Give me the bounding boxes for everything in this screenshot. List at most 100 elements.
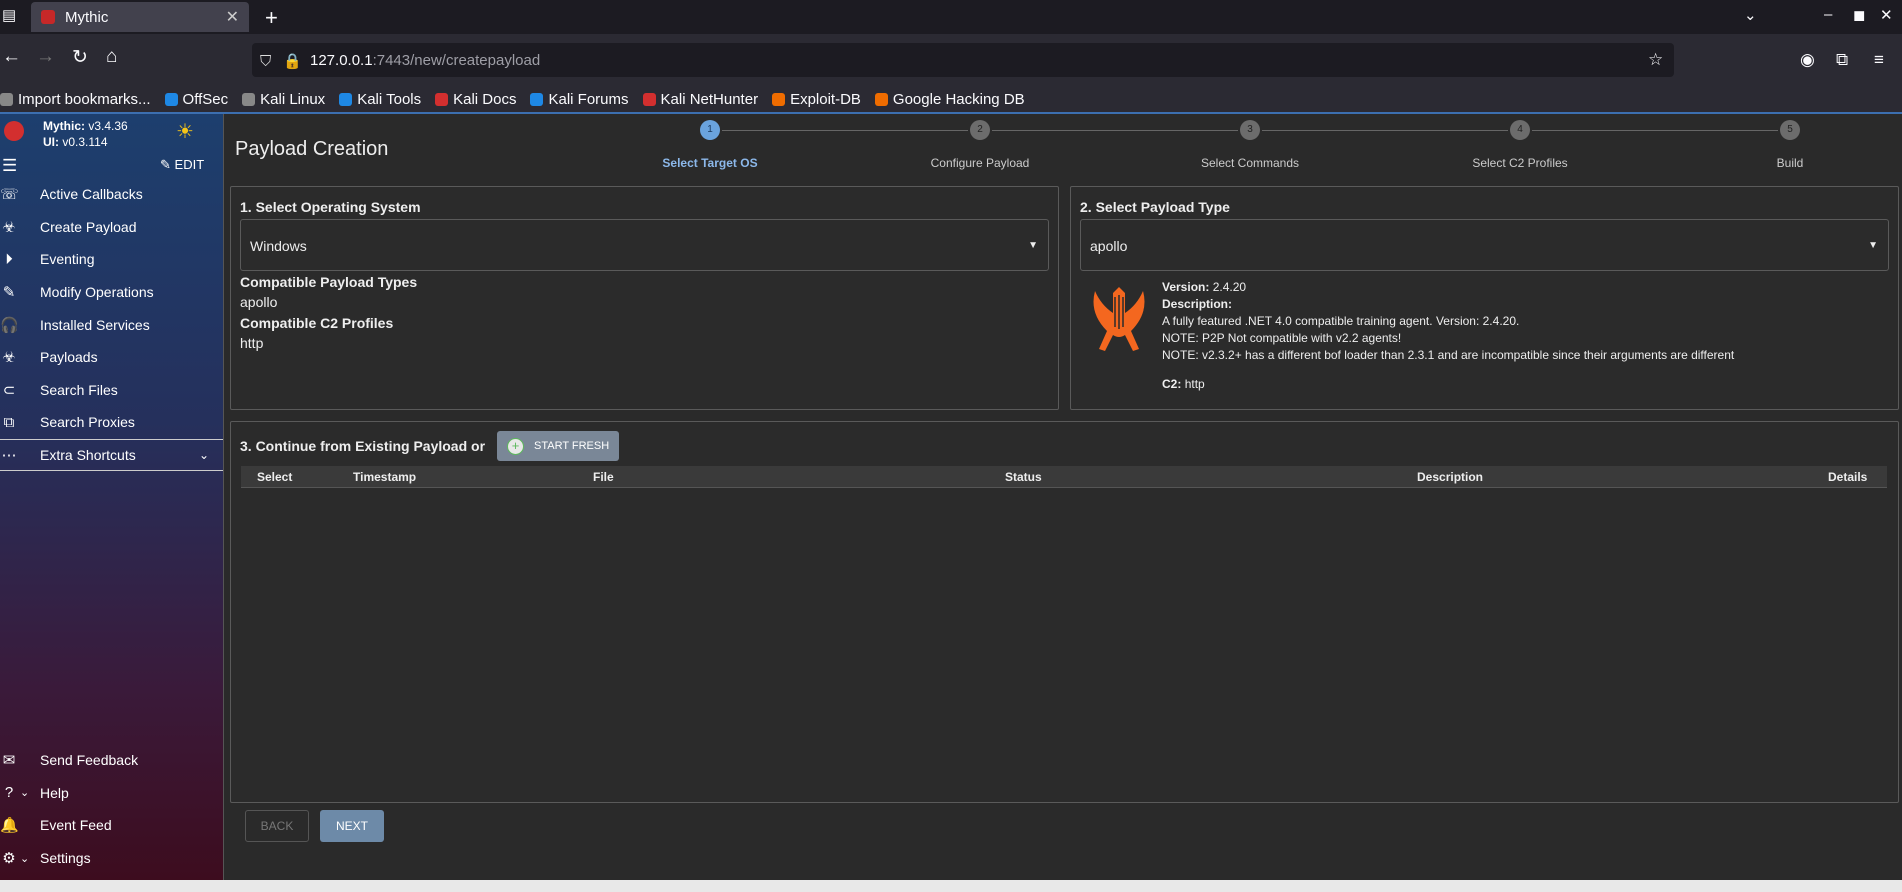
apollo-harp-icon [1093, 287, 1145, 351]
menu-hamburger-icon[interactable]: ☰ [2, 156, 17, 176]
new-tab-icon[interactable]: + [265, 5, 278, 31]
bookmark-icon [530, 92, 544, 106]
bookmark-item[interactable]: Kali Linux [242, 91, 325, 108]
sidebar-item-installed-services[interactable]: 🎧 Installed Services [0, 308, 223, 341]
col-select[interactable]: Select [257, 470, 292, 484]
sidebar-item-search-proxies[interactable]: ⧉ Search Proxies [0, 406, 223, 439]
sidebar-item-label: Active Callbacks [40, 186, 143, 203]
edit-button[interactable]: ✎ EDIT [160, 157, 204, 173]
chevron-down-icon[interactable]: ⌄ [20, 786, 29, 799]
forward-arrow-icon[interactable]: → [36, 46, 55, 68]
window-menu-icon[interactable]: ▤ [2, 6, 16, 24]
phone-callback-icon: ☏ [0, 186, 19, 204]
bookmark-label: Kali NetHunter [660, 90, 759, 108]
chevron-down-icon[interactable]: ⌄ [20, 852, 29, 865]
step-5: 5 Build [1730, 120, 1850, 170]
close-tab-icon[interactable]: ✕ [226, 7, 239, 27]
col-details[interactable]: Details [1828, 470, 1867, 484]
sidebar-item-event-feed[interactable]: 🔔 Event Feed [0, 809, 224, 842]
mythic-logo-icon[interactable] [4, 121, 24, 141]
bookmark-item[interactable]: Exploit-DB [772, 91, 861, 108]
browser-tab[interactable]: Mythic ✕ [31, 2, 249, 32]
col-file[interactable]: File [593, 470, 614, 484]
step-number: 2 [970, 120, 990, 140]
bookmark-item[interactable]: OffSec [164, 90, 229, 108]
sidebar-item-send-feedback[interactable]: ✉ Send Feedback [0, 744, 224, 777]
mythic-app: Mythic: v3.4.36 UI: v0.3.114 ☀ ☰ ✎ EDIT … [0, 112, 1902, 882]
bookmark-item[interactable]: Kali Forums [530, 91, 629, 108]
sidebar-item-search-files[interactable]: ⊂ Search Files [0, 374, 223, 407]
bookmark-icon [0, 92, 13, 106]
col-status[interactable]: Status [1005, 470, 1042, 484]
col-timestamp[interactable]: Timestamp [353, 470, 416, 484]
url-bar[interactable]: 127.0.0.1:7443/new/createpayload [252, 43, 1674, 77]
start-fresh-button[interactable]: + START FRESH [497, 431, 619, 461]
back-arrow-icon[interactable]: ← [2, 46, 21, 68]
payload-table-header: Select Timestamp File Status Description… [241, 466, 1887, 488]
reload-icon[interactable]: ↻ [72, 46, 88, 69]
sidebar-item-label: Modify Operations [40, 284, 154, 301]
bookmark-icon [874, 92, 888, 106]
account-icon[interactable]: ◉ [1800, 50, 1815, 70]
home-icon[interactable]: ⌂ [106, 46, 117, 68]
bookmark-icon [339, 92, 353, 106]
page-title: Payload Creation [235, 138, 389, 160]
sidebar-item-extra-shortcuts[interactable]: ⋯ Extra Shortcuts ⌄ [0, 438, 223, 472]
sidebar-item-settings[interactable]: ⚙ Settings ⌄ [0, 842, 224, 875]
start-fresh-label: START FRESH [534, 440, 610, 452]
bookmark-item[interactable]: Google Hacking DB [874, 90, 1025, 108]
close-window-icon[interactable]: ✕ [1880, 6, 1893, 24]
step-label: Build [1776, 156, 1804, 170]
minimize-icon[interactable]: – [1824, 6, 1832, 23]
bookmark-label: Kali Linux [260, 90, 326, 108]
bookmark-star-icon[interactable]: ☆ [1648, 50, 1663, 70]
bell-icon: 🔔 [0, 817, 19, 835]
payload-type-details: Version: 2.4.20 Description: A fully fea… [1162, 279, 1882, 393]
sidebar-item-modify-operations[interactable]: ✎ Modify Operations [0, 276, 223, 309]
maximize-icon[interactable]: ◼ [1853, 6, 1865, 24]
step-label: Configure Payload [930, 156, 1030, 170]
compat-c2-value: http [240, 335, 264, 351]
sidebar-item-create-payload[interactable]: ☣ Create Payload [0, 211, 223, 244]
sidebar-item-active-callbacks[interactable]: ☏ Active Callbacks [0, 178, 223, 211]
tab-list-chevron-icon[interactable]: ⌄ [1744, 6, 1757, 24]
shield-lock-icon[interactable]: ⛉🔒 [260, 52, 314, 70]
bookmark-label: Exploit-DB [790, 90, 861, 108]
payload-type-select[interactable]: apollo ▼ [1080, 219, 1889, 271]
sidebar-menu: ☏ Active Callbacks ☣ Create Payload ⏵ Eventin… [0, 178, 223, 472]
sidebar-item-help[interactable]: ? Help ⌄ [0, 777, 224, 810]
bookmark-label: Import bookmarks... [18, 90, 151, 108]
bookmark-item[interactable]: Import bookmarks... [0, 91, 151, 108]
socks-icon: ⧉ [3, 413, 15, 431]
chevron-down-icon[interactable]: ⌄ [199, 448, 209, 462]
back-button[interactable]: BACK [245, 810, 309, 842]
bookmark-label: OffSec [182, 90, 229, 108]
theme-toggle-sun-icon[interactable]: ☀ [176, 119, 194, 144]
sidebar-item-payloads[interactable]: ☣ Payloads [0, 341, 223, 374]
bookmark-item[interactable]: Kali Tools [339, 91, 421, 108]
bookmarks-bar: Import bookmarks... OffSec Kali Linux Kali … [0, 86, 1902, 112]
extensions-icon[interactable]: ⧉ [1836, 50, 1848, 70]
os-select[interactable]: Windows ▼ [240, 219, 1049, 271]
bookmark-item[interactable]: Kali Docs [435, 91, 516, 108]
step-label: Select Target OS [662, 156, 758, 170]
step-number: 3 [1240, 120, 1260, 140]
sidebar-item-label: Search Files [40, 381, 118, 398]
paperclip-icon: ⊂ [2, 381, 16, 399]
c2-label: C2: [1162, 377, 1182, 391]
biohazard-icon: ☣ [2, 349, 16, 367]
step-number: 1 [700, 120, 720, 140]
compat-types-label: Compatible Payload Types [240, 274, 418, 290]
mythic-favicon-icon [41, 10, 55, 24]
app-menu-icon[interactable]: ≡ [1874, 50, 1884, 70]
col-description[interactable]: Description [1417, 470, 1483, 484]
ui-version: UI: v0.3.114 [43, 135, 108, 149]
os-panel-title: 1. Select Operating System [240, 199, 421, 215]
sidebar-item-eventing[interactable]: ⏵ Eventing [0, 243, 223, 276]
sidebar-bottom-menu: ✉ Send Feedback? Help ⌄ 🔔 Event Feed ⚙ Settings… [0, 744, 224, 874]
bookmark-item[interactable]: Kali NetHunter [642, 90, 759, 108]
browser-tab-bar: ▤ Mythic ✕ + ⌄ – ◼ ✕ [0, 0, 1902, 34]
payload-type-title: 2. Select Payload Type [1080, 199, 1230, 215]
next-button[interactable]: NEXT [320, 810, 384, 842]
bookmark-label: Google Hacking DB [892, 90, 1025, 108]
